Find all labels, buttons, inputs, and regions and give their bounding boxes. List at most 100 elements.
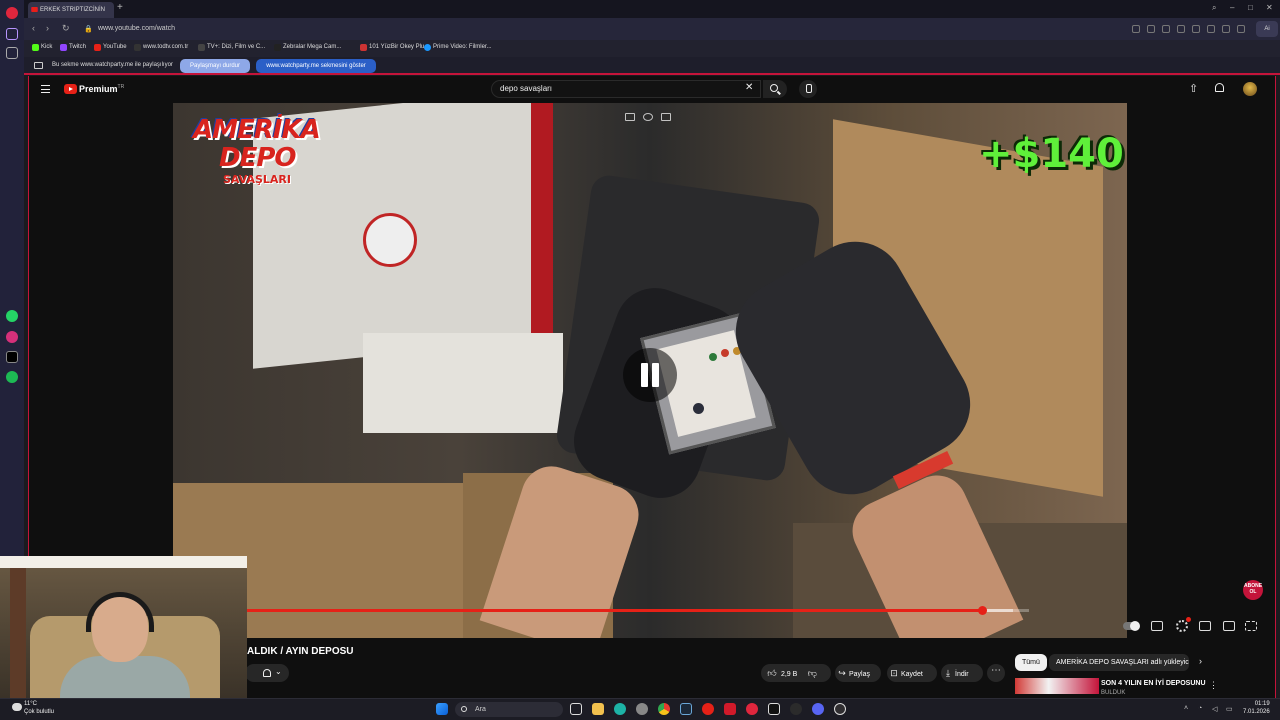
account-avatar[interactable] bbox=[1243, 82, 1257, 96]
youtube-logo-icon[interactable] bbox=[64, 84, 77, 94]
file-explorer-icon[interactable] bbox=[592, 703, 604, 715]
bookmark-101-okey[interactable]: 101 YüzBir Okey Plu... bbox=[360, 44, 429, 51]
search-tabs-icon[interactable]: ⌕ bbox=[1212, 3, 1216, 13]
bookmark-youtube[interactable]: YouTube bbox=[94, 44, 127, 51]
minimize-button[interactable]: – bbox=[1230, 3, 1234, 12]
battery-icon[interactable]: ▭ bbox=[1226, 705, 1233, 713]
new-tab-button[interactable]: + bbox=[117, 2, 123, 13]
heart-icon[interactable] bbox=[1207, 25, 1215, 33]
edge-icon[interactable] bbox=[614, 703, 626, 715]
close-window-button[interactable]: ✕ bbox=[1266, 3, 1273, 12]
wifi-icon[interactable]: ◔ bbox=[1198, 705, 1202, 712]
bookmark-zebralar[interactable]: Zebralar Mega Cam... bbox=[274, 44, 341, 51]
autoplay-toggle[interactable] bbox=[1123, 621, 1140, 631]
tray-chevron-icon[interactable]: ˄ bbox=[1184, 705, 1188, 712]
obs-icon[interactable] bbox=[834, 703, 846, 715]
youtube-app-icon[interactable] bbox=[702, 703, 714, 715]
vpn-icon[interactable] bbox=[1162, 25, 1170, 33]
discord-icon[interactable] bbox=[812, 703, 824, 715]
capcut-icon[interactable] bbox=[768, 703, 780, 715]
share-button[interactable]: ↪ Paylaş bbox=[835, 664, 881, 682]
create-upload-icon[interactable]: ⇧ bbox=[1189, 82, 1198, 95]
tab-active[interactable]: ERKEK STRIPTIZCİNİN bbox=[28, 2, 114, 18]
bookmark-todtv[interactable]: www.todtv.com.tr bbox=[134, 44, 188, 51]
search-icon bbox=[461, 706, 467, 712]
volume-icon[interactable]: ◁ bbox=[1212, 705, 1217, 713]
pause-button[interactable] bbox=[623, 348, 677, 402]
hamburger-menu-icon[interactable] bbox=[41, 85, 50, 93]
whatsapp-icon[interactable] bbox=[6, 310, 18, 322]
settings-gear-icon[interactable] bbox=[1176, 617, 1191, 632]
bookmark-tvplus[interactable]: TV+: Dizi, Film ve C... bbox=[198, 44, 265, 51]
show-tab-button[interactable]: www.watchparty.me sekmesini göster bbox=[256, 59, 376, 73]
task-view-icon[interactable] bbox=[570, 703, 582, 715]
sparkle-icon[interactable] bbox=[643, 113, 653, 121]
subscribe-watermark[interactable]: ABONE OL bbox=[1243, 580, 1263, 600]
weather-widget[interactable]: 11°C Çok bulutlu bbox=[12, 701, 54, 716]
related-video-thumbnail[interactable] bbox=[1015, 678, 1099, 694]
like-count[interactable]: 2,9 B bbox=[781, 671, 797, 678]
chrome-icon[interactable] bbox=[658, 703, 670, 715]
notifications-bell-icon[interactable] bbox=[1215, 83, 1224, 92]
download-button[interactable]: ⤓ İndir bbox=[941, 664, 983, 682]
search-input[interactable]: depo savaşları bbox=[491, 80, 761, 98]
price-overlay: +$140 bbox=[979, 131, 1124, 177]
search-button[interactable] bbox=[763, 80, 787, 98]
okey-icon bbox=[360, 44, 367, 51]
miniplayer-icon[interactable] bbox=[625, 113, 635, 121]
capture-icon[interactable] bbox=[661, 113, 671, 121]
terminal-icon[interactable] bbox=[790, 703, 802, 715]
subscription-bell-button[interactable]: ⌄ bbox=[245, 664, 289, 682]
like-icon[interactable]: 👍︎ bbox=[765, 664, 779, 682]
chip-uploader[interactable]: AMERİKA DEPO SAVAŞLARI adlı yükleyiciden bbox=[1049, 654, 1189, 671]
miniplayer-button-icon[interactable] bbox=[1199, 621, 1211, 631]
headset-icon bbox=[86, 592, 154, 632]
forward-icon[interactable]: › bbox=[46, 23, 49, 33]
chip-all[interactable]: Tümü bbox=[1015, 654, 1047, 671]
channel-logo-overlay: AMERİKA DEPO SAVAŞLARI bbox=[193, 115, 321, 186]
x-twitter-icon[interactable] bbox=[6, 351, 18, 363]
opera-logo-icon[interactable] bbox=[6, 7, 18, 19]
spotify-icon[interactable] bbox=[6, 371, 18, 383]
dislike-icon[interactable]: 👎︎ bbox=[805, 664, 819, 682]
stop-sharing-button[interactable]: Paylaşmayı durdur bbox=[180, 59, 250, 73]
url-field[interactable]: www.youtube.com/watch bbox=[98, 25, 175, 32]
menu-icon[interactable] bbox=[1237, 25, 1245, 33]
voice-search-icon[interactable] bbox=[799, 80, 817, 98]
chevron-right-icon[interactable]: › bbox=[1199, 656, 1202, 666]
camera-icon[interactable] bbox=[1147, 25, 1155, 33]
download-icon[interactable] bbox=[1222, 25, 1230, 33]
video-player[interactable]: AMERİKA DEPO SAVAŞLARI +$140 bbox=[173, 103, 1127, 638]
bookmark-icon[interactable] bbox=[6, 47, 18, 59]
taskbar-search[interactable]: Ara bbox=[455, 702, 563, 717]
progress-bar[interactable] bbox=[239, 606, 1029, 615]
fullscreen-icon[interactable] bbox=[1245, 621, 1257, 631]
ai-button[interactable]: Ai bbox=[1256, 21, 1278, 37]
system-clock[interactable]: 01:19 7.01.2026 bbox=[1243, 701, 1270, 717]
instagram-icon[interactable] bbox=[6, 331, 18, 343]
wallet-icon[interactable] bbox=[1192, 25, 1200, 33]
start-menu-icon[interactable] bbox=[436, 703, 448, 715]
player-icon[interactable] bbox=[1177, 25, 1185, 33]
bookmark-twitch[interactable]: Twitch bbox=[60, 44, 86, 51]
home-icon[interactable] bbox=[6, 28, 18, 40]
media-icon[interactable] bbox=[724, 703, 736, 715]
maximize-button[interactable]: □ bbox=[1248, 3, 1253, 12]
bookmark-kick[interactable]: Kick bbox=[32, 44, 52, 51]
clear-search-icon[interactable]: ✕ bbox=[745, 82, 753, 93]
more-actions-icon[interactable]: ⋯ bbox=[987, 664, 1005, 682]
reload-icon[interactable]: ↻ bbox=[62, 23, 70, 34]
youtube-premium-label[interactable]: PremiumTR bbox=[79, 84, 124, 94]
steam-icon[interactable] bbox=[680, 703, 692, 715]
progress-scrubber[interactable] bbox=[977, 606, 987, 615]
opera-gx-icon[interactable] bbox=[746, 703, 758, 715]
related-video-title[interactable]: SON 4 YILIN EN İYİ DEPOSUNU bbox=[1101, 680, 1206, 687]
snapshot-icon[interactable] bbox=[1132, 25, 1140, 33]
subtitles-icon[interactable] bbox=[1151, 621, 1163, 631]
settings-icon[interactable] bbox=[636, 703, 648, 715]
save-button[interactable]: ⊡ Kaydet bbox=[887, 664, 937, 682]
back-icon[interactable]: ‹ bbox=[32, 23, 35, 33]
related-more-icon[interactable]: ⋮ bbox=[1209, 680, 1218, 691]
cast-icon[interactable] bbox=[1223, 621, 1235, 631]
bookmark-prime-video[interactable]: Prime Video: Filmler... bbox=[424, 44, 492, 51]
